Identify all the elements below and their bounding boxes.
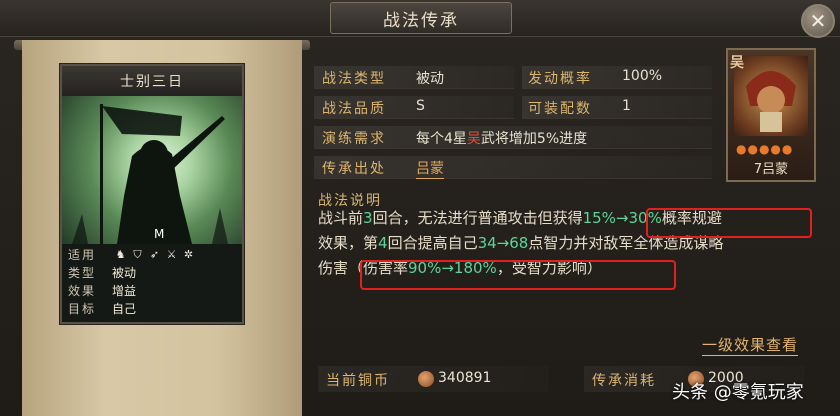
desc-text: 回合，无法进行普通攻击但获得 xyxy=(372,209,583,227)
info-label: 类型 xyxy=(68,265,97,280)
title-bar: 战法传承 ✕ xyxy=(0,0,840,38)
general-face-art xyxy=(746,71,796,132)
window: 战法传承 ✕ 士别三日 M 适用 ♞ ⛉ ➶ ⚔ ✲ 类型 被动 效果 增益 目… xyxy=(0,0,840,416)
info-value: 增益 xyxy=(112,283,137,298)
bow-icon: ➶ xyxy=(149,247,160,261)
close-button[interactable]: ✕ xyxy=(801,4,835,38)
info-label: 目标 xyxy=(68,301,97,316)
quality-value: S xyxy=(416,98,425,114)
general-name: 7吕蒙 xyxy=(753,162,789,177)
shield-icon: ⛉ xyxy=(133,247,142,261)
slots-label: 可装配数 xyxy=(528,101,592,117)
desc-value: 34→68 xyxy=(477,234,529,252)
info-label: 适用 xyxy=(68,247,97,262)
watermark: 头条 @零氪玩家 xyxy=(672,382,804,403)
sword-icon: ⚔ xyxy=(166,247,177,261)
chance-label: 发动概率 xyxy=(528,71,592,87)
type-label: 战法类型 xyxy=(322,71,386,87)
desc-text: 回合提高自己 xyxy=(387,234,478,252)
info-value: 自己 xyxy=(112,301,137,316)
drill-pre: 每个4星 xyxy=(416,131,467,147)
info-row-target: 目标 自己 xyxy=(68,300,136,316)
chance-value: 100% xyxy=(622,68,663,84)
cost-label: 传承消耗 xyxy=(592,373,656,389)
copper-coin-icon xyxy=(418,371,434,387)
info-row-effect: 效果 增益 xyxy=(68,282,136,298)
desc-number: 3 xyxy=(363,209,373,227)
source-general-link[interactable]: 吕蒙 xyxy=(416,158,444,179)
drill-camp: 吴 xyxy=(466,131,481,147)
desc-text: 战斗前 xyxy=(318,209,364,227)
general-portrait[interactable]: 吴 ●●●●● 7吕蒙 xyxy=(726,48,816,182)
skill-card-info: 适用 ♞ ⛉ ➶ ⚔ ✲ 类型 被动 效果 增益 目标 自己 xyxy=(62,244,242,322)
highlight-box-evasion xyxy=(646,208,812,238)
currency-label: 当前铜币 xyxy=(326,373,390,389)
camp-badge: 吴 xyxy=(730,55,744,71)
wheel-icon: ✲ xyxy=(183,247,194,261)
skill-card: 士别三日 M 适用 ♞ ⛉ ➶ ⚔ ✲ 类型 被动 效果 增益 目标 自己 xyxy=(60,64,244,324)
desc-number: 4 xyxy=(378,234,388,252)
type-value: 被动 xyxy=(416,71,444,87)
source-label: 传承出处 xyxy=(322,161,386,177)
info-value: 被动 xyxy=(112,265,137,280)
page-title: 战法传承 xyxy=(330,2,512,34)
star-rating: ●●●●● xyxy=(736,142,794,156)
highlight-box-damage xyxy=(360,260,676,290)
info-row-applicable: 适用 ♞ ⛉ ➶ ⚔ ✲ xyxy=(68,246,195,262)
drill-value: 每个4星吴武将增加5%进度 xyxy=(416,128,587,148)
skill-card-title: 士别三日 xyxy=(62,66,242,97)
quality-label: 战法品质 xyxy=(322,101,386,117)
slots-value: 1 xyxy=(622,98,631,114)
warrior-silhouette: M xyxy=(72,104,228,244)
info-row-type: 类型 被动 xyxy=(68,264,136,280)
card-signature: M xyxy=(154,227,164,241)
skill-card-art: M xyxy=(62,96,242,244)
general-avatar xyxy=(734,56,808,136)
cavalry-icon: ♞ xyxy=(115,247,126,261)
close-icon: ✕ xyxy=(809,9,827,33)
drill-label: 演练需求 xyxy=(322,131,386,147)
applicable-icons: ♞ ⛉ ➶ ⚔ ✲ xyxy=(114,248,195,261)
currency-bar: 当前铜币 340891 xyxy=(318,366,548,392)
info-label: 效果 xyxy=(68,283,97,298)
currency-value: 340891 xyxy=(438,370,492,386)
level-effect-link[interactable]: 一级效果查看 xyxy=(702,334,799,356)
desc-text: 效果，第 xyxy=(318,234,379,252)
drill-post: 武将增加5%进度 xyxy=(480,131,588,147)
